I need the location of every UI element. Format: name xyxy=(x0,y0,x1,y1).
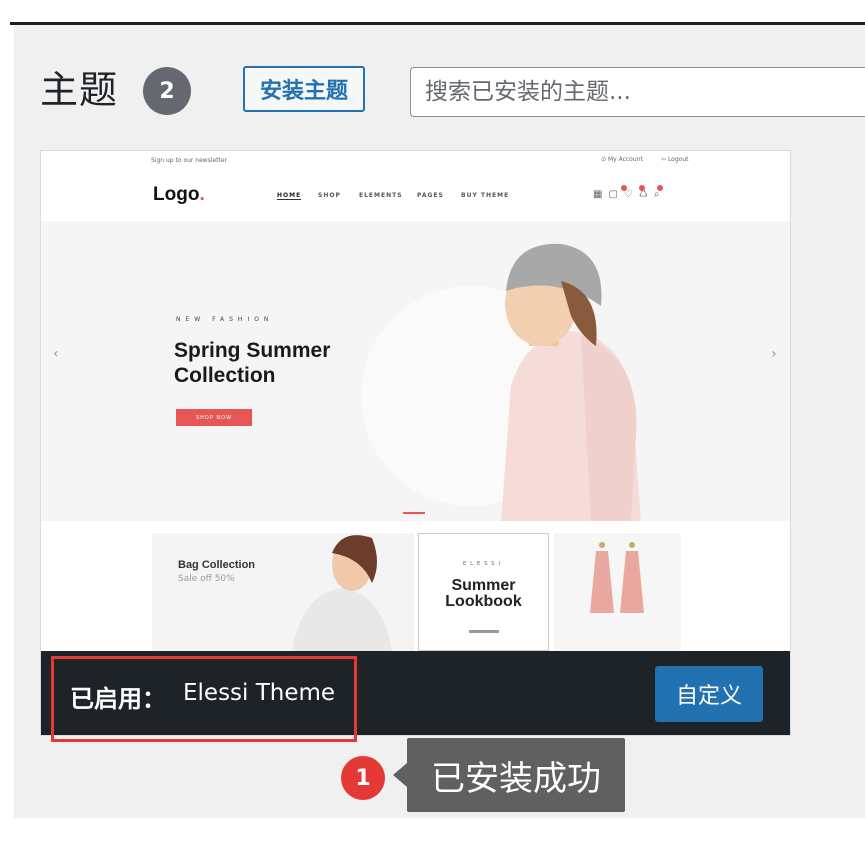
install-success-tooltip: 已安装成功 xyxy=(393,738,625,812)
screenshot-hero: ‹ › NEW FASHION Spring Summer Collection… xyxy=(41,221,790,521)
screenshot-tile-lookbook: ELESSI Summer Lookbook xyxy=(418,533,549,651)
tile-bag-sale: Sale off 50% xyxy=(178,574,235,584)
hero-next-arrow-icon: › xyxy=(771,346,777,362)
screenshot-tile-earrings xyxy=(554,533,681,651)
hero-model-image xyxy=(501,243,641,521)
screenshot-nav-elements: ELEMENTS xyxy=(359,192,403,199)
newsletter-text: Sign up to our newsletter xyxy=(151,157,228,164)
theme-count-badge: 2 xyxy=(143,67,191,115)
search-themes-input[interactable] xyxy=(410,67,865,117)
tile-lookbook-title: Summer Lookbook xyxy=(445,577,522,610)
tile-lookbook-brand: ELESSI xyxy=(463,561,504,567)
wishlist-badge xyxy=(639,185,645,191)
active-theme-card[interactable]: Sign up to our newsletter ⊙ My Account ⇦… xyxy=(40,150,791,736)
screenshot-tile-bag: Bag Collection Sale off 50% xyxy=(152,533,414,651)
screenshot-header-icons: ▦▢♡♺⌕ xyxy=(593,189,666,200)
cart-badge xyxy=(621,185,627,191)
tile-bag-model-image xyxy=(292,535,392,651)
highlight-box xyxy=(51,656,357,742)
hero-kicker: NEW FASHION xyxy=(176,316,274,323)
customize-button[interactable]: 自定义 xyxy=(655,666,763,722)
screenshot-nav-shop: SHOP xyxy=(318,192,341,199)
screenshot-topbar: Sign up to our newsletter ⊙ My Account ⇦… xyxy=(41,151,790,171)
hero-prev-arrow-icon: ‹ xyxy=(53,346,59,362)
my-account-text: ⊙ My Account xyxy=(601,156,643,163)
page-title: 主题 xyxy=(40,68,119,112)
screenshot-nav-pages: PAGES xyxy=(417,192,444,199)
hero-slider-dots xyxy=(403,512,425,514)
earrings-image xyxy=(590,542,644,613)
step-number-badge: 1 xyxy=(341,756,385,800)
tile-bag-title: Bag Collection xyxy=(178,559,256,571)
add-theme-button[interactable]: 安装主题 xyxy=(243,66,365,112)
logout-text: ⇦ Logout xyxy=(661,156,689,163)
screenshot-nav-home: HOME xyxy=(277,192,302,200)
screenshot-logo: Logo. xyxy=(153,184,205,205)
screenshot-nav-buy-theme: BUY THEME xyxy=(461,192,510,199)
compare-badge xyxy=(657,185,663,191)
hero-headline: Spring Summer Collection xyxy=(174,339,331,387)
hero-shop-now-button: SHOP NOW xyxy=(176,409,252,426)
tile-lookbook-link xyxy=(469,630,499,633)
